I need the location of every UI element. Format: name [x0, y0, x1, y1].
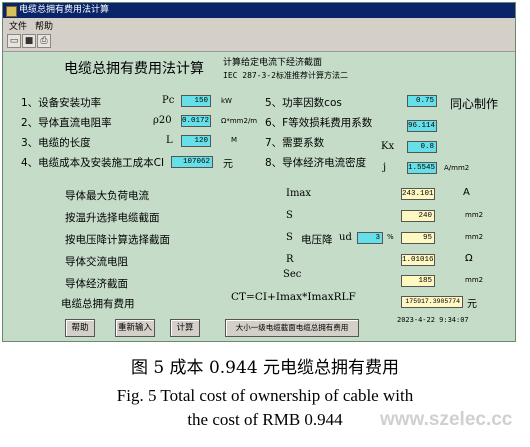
result2-label: 按温升选择电缆截面: [65, 212, 160, 224]
result4-label: 导体交流电阻: [65, 256, 128, 268]
menu-file[interactable]: 文件: [9, 19, 27, 32]
save-icon[interactable]: ■: [22, 34, 36, 48]
timestamp: 2023-4-22 9:34:07: [397, 316, 469, 324]
formula-text: CT=CI+Imax*ImaxRLF: [231, 291, 356, 303]
result4-symbol: R: [286, 254, 294, 265]
param7-label: 7、需要系数: [265, 137, 325, 149]
param4-input[interactable]: 107062: [171, 156, 213, 168]
param6-label: 6、F等效损耗费用系数: [265, 117, 373, 129]
watermark: www.szelec.cc: [380, 409, 513, 430]
app-icon: [6, 6, 17, 17]
standard-note: IEC 287-3-2标准推荐计算方法二: [223, 71, 348, 80]
param1-input[interactable]: 150: [181, 95, 211, 107]
result1-unit: A: [463, 187, 470, 198]
vdrop-symbol: ud: [339, 232, 352, 243]
brand-label: 同心制作: [450, 97, 499, 111]
param2-input[interactable]: 0.0172: [181, 115, 211, 127]
print-icon[interactable]: ⎙: [37, 34, 51, 48]
result3-label: 按电压降计算选择截面: [65, 234, 170, 246]
result5-unit: mm2: [465, 276, 484, 284]
lower-grade-cost-button[interactable]: 大小一级电缆截面电缆总拥有费用: [225, 319, 359, 337]
result6-output: 175917.3905774: [401, 296, 463, 308]
param2-symbol: ρ20: [153, 115, 172, 126]
param1-unit: kW: [221, 97, 232, 105]
param3-input[interactable]: 120: [181, 135, 211, 147]
result6-label: 电缆总拥有费用: [61, 298, 135, 310]
param8-unit: A/mm2: [444, 164, 470, 172]
param1-symbol: Pc: [162, 95, 175, 106]
window-title: 电缆总拥有费用法计算: [19, 5, 110, 15]
figure-caption-en-line1: Fig. 5 Total cost of ownership of cable …: [116, 386, 414, 405]
param4-label: 4、电缆成本及安装施工成本CI: [21, 157, 165, 169]
vdrop-label: 电压降: [301, 234, 333, 246]
param8-label: 8、导体经济电流密度: [265, 157, 367, 169]
reset-button[interactable]: 重新输入: [115, 319, 155, 337]
param2-label: 2、导体直流电阻率: [21, 117, 112, 129]
calculate-button[interactable]: 计算: [170, 319, 200, 337]
param1-label: 1、设备安装功率: [21, 97, 102, 109]
param3-label: 3、电缆的长度: [21, 137, 91, 149]
param7-input[interactable]: 0.8: [407, 141, 437, 153]
param7-symbol: Kx: [381, 141, 395, 152]
result2-symbol: S: [286, 210, 293, 221]
param6-input[interactable]: 96.114: [407, 120, 437, 132]
result2-unit: mm2: [465, 211, 484, 219]
param8-input[interactable]: 1.5545: [407, 162, 437, 174]
param3-unit: M: [231, 136, 238, 144]
param8-symbol: j: [383, 162, 387, 173]
menu-help[interactable]: 帮助: [35, 19, 53, 32]
result2-output: 240: [401, 210, 435, 222]
form-subtitle: 计算给定电流下经济截面: [223, 58, 323, 68]
result5-label: 导体经济截面: [65, 278, 128, 290]
figure-caption-cn: 图 5 成本 0.944 元电缆总拥有费用: [130, 358, 400, 378]
result3-unit: mm2: [465, 233, 484, 241]
app-window: 电缆总拥有费用法计算 文件 帮助 ▭ ■ ⎙ 电缆总拥有费用法计算 计算给定电流…: [2, 2, 516, 342]
result4-output: 1.01016: [401, 254, 435, 266]
param4-unit: 元: [223, 159, 233, 170]
result6-unit: 元: [467, 299, 477, 310]
help-button[interactable]: 帮助: [65, 319, 95, 337]
form-title: 电缆总拥有费用法计算: [64, 61, 204, 77]
result1-output: 243.101: [401, 188, 435, 200]
open-folder-icon[interactable]: ▭: [7, 34, 21, 48]
result1-label: 导体最大负荷电流: [65, 190, 149, 202]
param2-unit: Ω*mm2/m: [221, 117, 258, 125]
toolbar: ▭ ■ ⎙: [3, 32, 515, 52]
param3-symbol: L: [166, 135, 173, 146]
result3-symbol: S: [286, 232, 293, 243]
vdrop-input[interactable]: 3: [357, 232, 383, 244]
result1-symbol: Imax: [286, 188, 312, 199]
vdrop-unit: %: [387, 233, 394, 241]
result5-output: 185: [401, 275, 435, 287]
result4-unit: Ω: [465, 253, 473, 264]
result5-symbol: Sec: [283, 269, 302, 280]
param5-label: 5、功率因数cos: [265, 97, 342, 109]
param5-input[interactable]: 0.75: [407, 95, 437, 107]
title-bar: 电缆总拥有费用法计算: [3, 3, 515, 18]
result3-output: 95: [401, 232, 435, 244]
menu-bar: 文件 帮助: [3, 18, 515, 32]
